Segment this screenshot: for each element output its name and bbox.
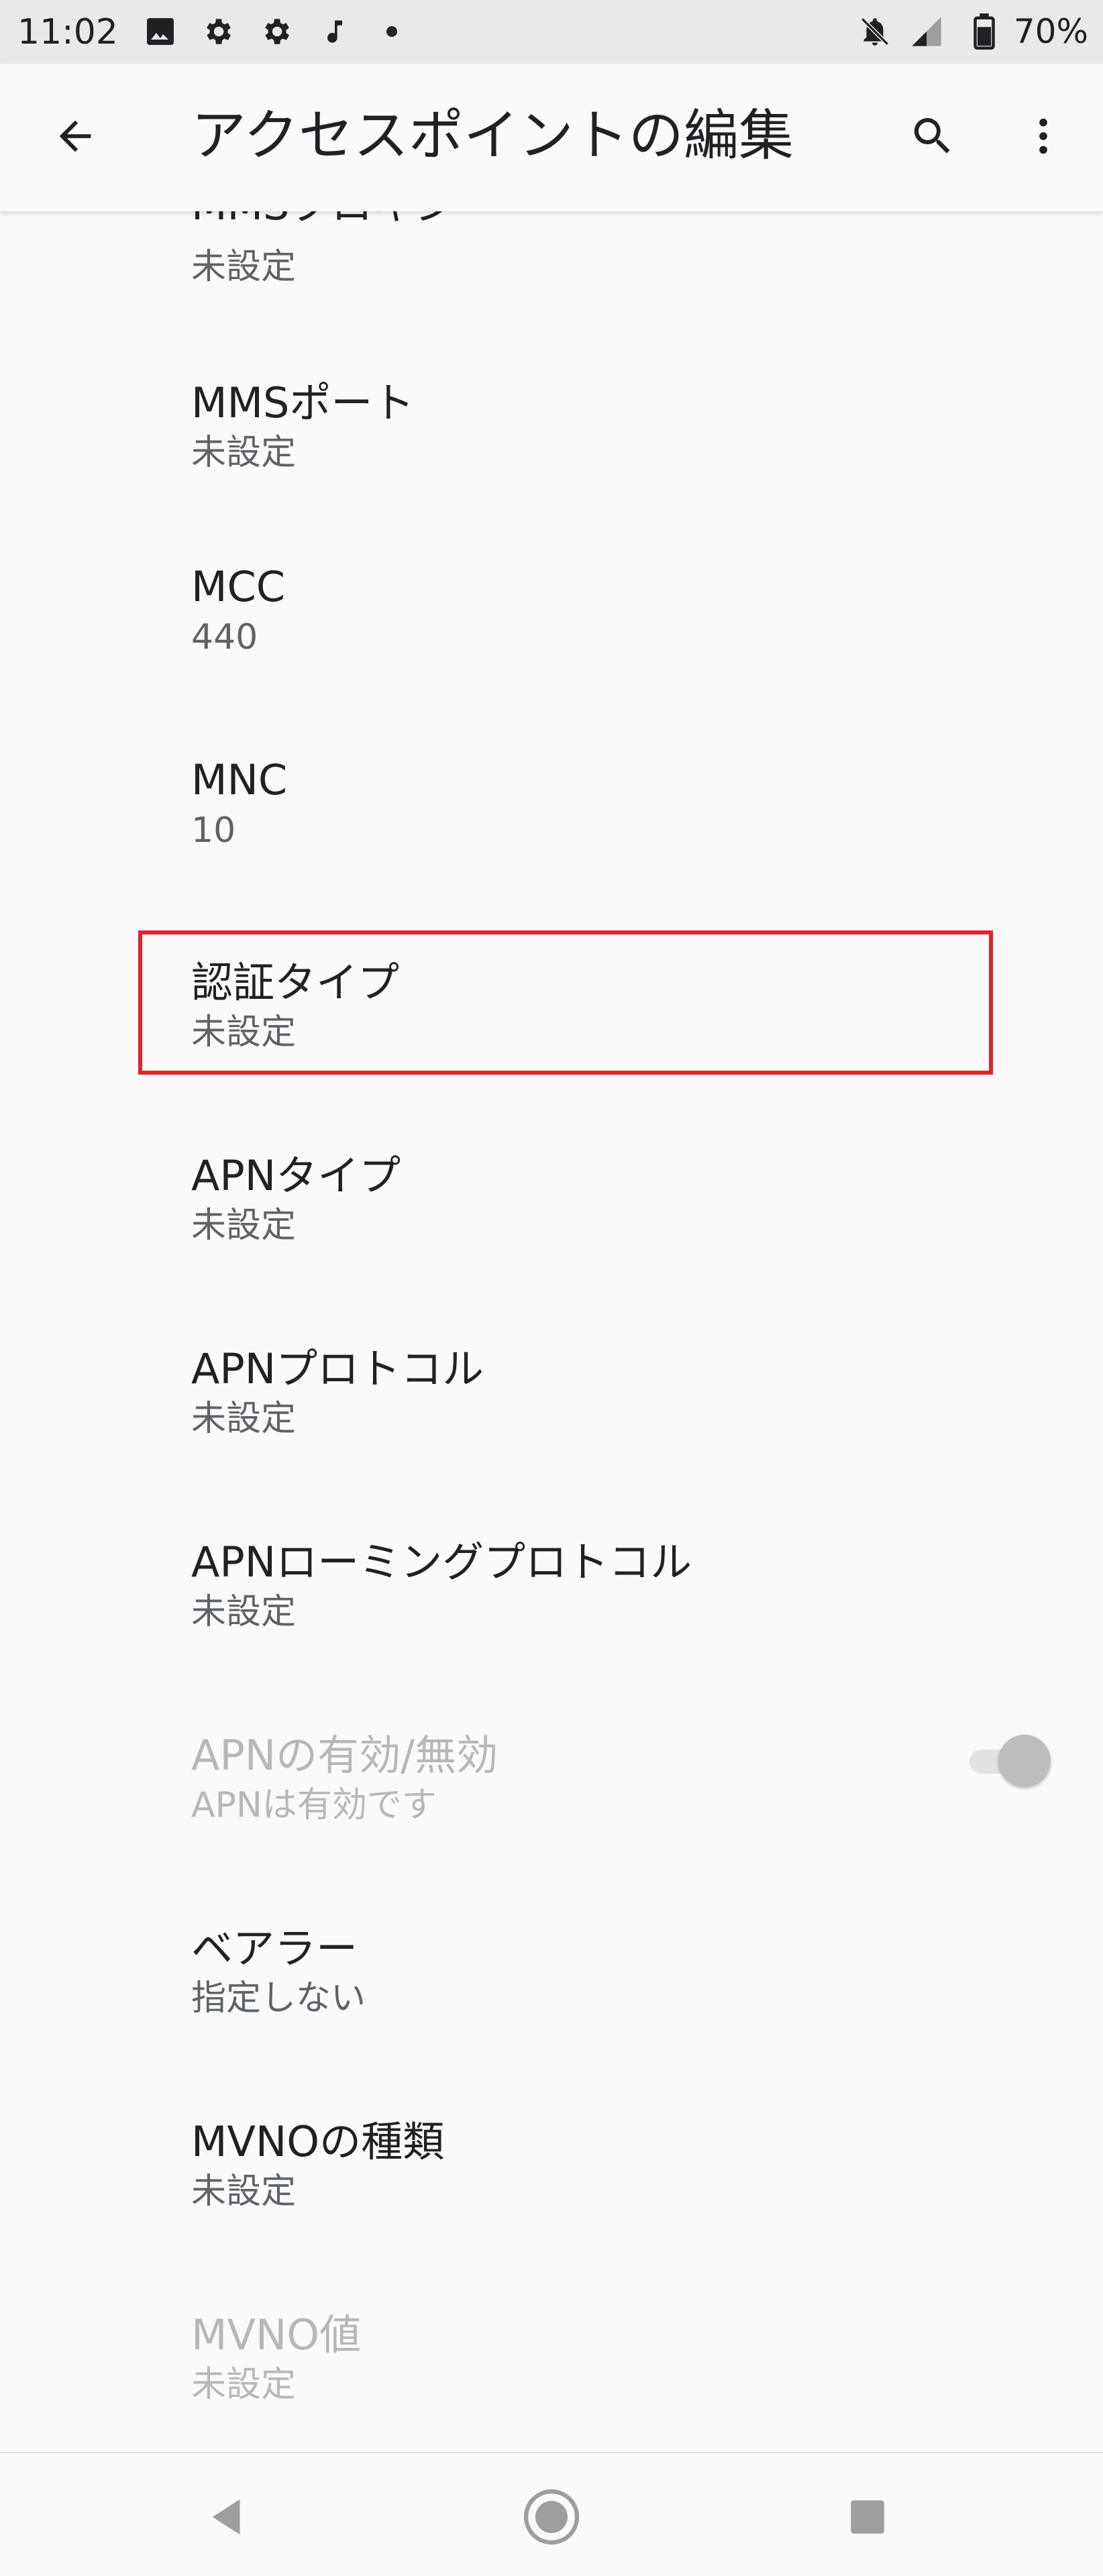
nav-recents-button[interactable] — [831, 2480, 904, 2554]
list-item-title: MMSポート — [191, 378, 415, 427]
nav-home-icon — [523, 2489, 580, 2545]
list-item-summary: 未設定 — [191, 2171, 297, 2212]
dot-icon — [372, 12, 411, 51]
list-item-mvno-value[interactable]: MVNO値 未設定 — [0, 2301, 1103, 2452]
nav-back-icon — [212, 2499, 240, 2535]
status-bar: 11:02 70% — [0, 0, 1103, 64]
highlight-box — [138, 930, 993, 1075]
app-bar: アクセスポイントの編集 — [0, 64, 1103, 211]
toggle-thumb — [998, 1735, 1051, 1787]
list-item-title: APNプロトコル — [191, 1344, 484, 1393]
list-item-mnc[interactable]: MNC 10 — [0, 755, 1103, 949]
list-item-apn-type[interactable]: APNタイプ 未設定 — [0, 1142, 1103, 1335]
back-arrow-icon — [59, 120, 91, 152]
list-item-summary: 未設定 — [191, 1399, 297, 1439]
signal-icon — [907, 12, 946, 51]
list-item-title: MVNO値 — [191, 2310, 362, 2359]
battery-percent: 70% — [1013, 12, 1088, 51]
list-item-title: APNの有効/無効 — [191, 1731, 498, 1780]
list-item-title: MVNOの種類 — [191, 2117, 445, 2166]
list-item-apn-protocol[interactable]: APNプロトコル 未設定 — [0, 1335, 1103, 1528]
search-icon — [914, 118, 950, 154]
battery-icon — [965, 12, 1004, 51]
nav-recents-icon — [851, 2500, 884, 2534]
notifications-off-icon — [855, 12, 894, 51]
list-item-summary: 440 — [191, 617, 258, 657]
list-item-apn-roaming-protocol[interactable]: APNローミングプロトコル 未設定 — [0, 1528, 1103, 1721]
list-item-title: APNローミングプロトコル — [191, 1538, 692, 1587]
more-vert-icon — [1039, 118, 1047, 154]
list-item-summary: 10 — [191, 810, 236, 851]
list-item-title: MNC — [191, 755, 288, 804]
list-item-title: ベアラー — [191, 1924, 358, 1973]
status-time: 11:02 — [17, 12, 118, 52]
nav-back-button[interactable] — [191, 2480, 265, 2554]
list-item-title: APNタイプ — [191, 1151, 401, 1200]
more-options-button[interactable] — [1010, 103, 1077, 170]
page-title: アクセスポイントの編集 — [191, 104, 794, 168]
apn-enable-toggle[interactable] — [966, 1728, 1053, 1788]
list-item-title: MCC — [191, 562, 286, 611]
list-item-summary: 未設定 — [191, 247, 297, 287]
list-item-summary: 指定しない — [191, 1978, 366, 2019]
apn-settings-list: MMSプロキシ 未設定 MMSポート 未設定 MCC 440 MNC 10 認証… — [0, 211, 1103, 2452]
list-item-mvno-type[interactable]: MVNOの種類 未設定 — [0, 2108, 1103, 2301]
list-item-summary: 未設定 — [191, 1205, 297, 1246]
list-item-title: MMSプロキシ — [191, 211, 456, 231]
list-item-mms-port[interactable]: MMSポート 未設定 — [0, 369, 1103, 562]
list-item-summary: 未設定 — [191, 2365, 297, 2405]
list-item-apn-enable[interactable]: APNの有効/無効 APNは有効です — [0, 1721, 1103, 1915]
list-item-summary: 未設定 — [191, 433, 297, 473]
list-item-summary: 未設定 — [191, 1592, 297, 1632]
list-item-mcc[interactable]: MCC 440 — [0, 562, 1103, 755]
navigation-bar — [0, 2452, 1103, 2576]
image-icon — [141, 12, 180, 51]
search-button[interactable] — [899, 103, 966, 170]
back-button[interactable] — [42, 103, 109, 170]
gear-icon — [198, 12, 237, 51]
nav-home-button[interactable] — [515, 2480, 588, 2554]
music-note-icon — [315, 12, 354, 51]
gear-icon — [256, 12, 295, 51]
list-item-summary: APNは有効です — [191, 1785, 437, 1825]
list-item-bearer[interactable]: ベアラー 指定しない — [0, 1915, 1103, 2108]
